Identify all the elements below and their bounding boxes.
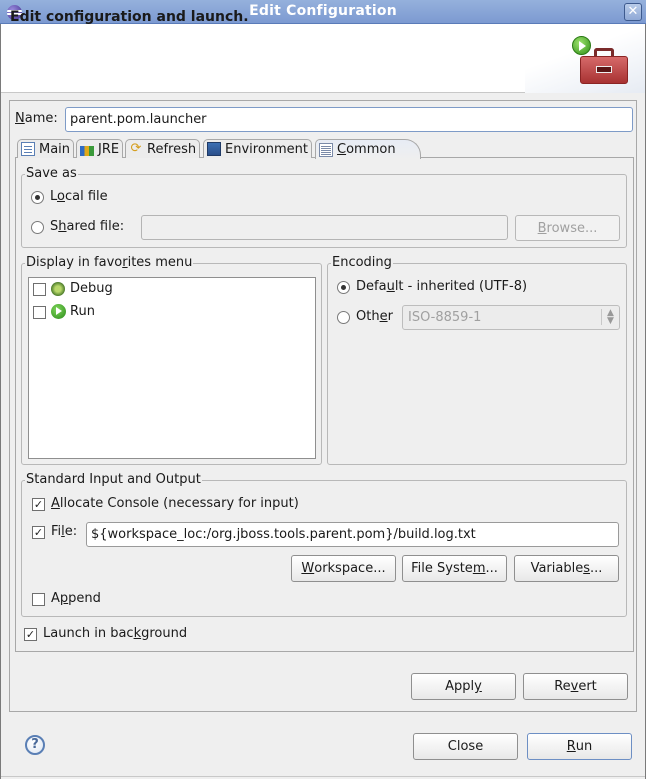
other-encoding-radio[interactable] bbox=[337, 311, 350, 324]
encoding-group-title: Encoding bbox=[331, 255, 393, 270]
debug-icon bbox=[51, 282, 65, 296]
save-as-group-title: Save as bbox=[25, 166, 78, 181]
default-encoding-radio[interactable] bbox=[337, 281, 350, 294]
tab-main[interactable]: Main bbox=[17, 139, 75, 158]
file-output-label[interactable]: File: bbox=[51, 524, 77, 539]
combo-arrows-icon: ▲ ▼ bbox=[601, 309, 619, 326]
shared-file-input[interactable] bbox=[141, 215, 508, 240]
output-file-input[interactable] bbox=[86, 522, 619, 547]
append-label[interactable]: Append bbox=[51, 591, 101, 606]
allocate-console-label[interactable]: Allocate Console (necessary for input) bbox=[51, 496, 299, 511]
jre-icon bbox=[80, 145, 94, 156]
browse-button[interactable]: Browse... bbox=[515, 215, 620, 241]
revert-button[interactable]: Re v ert bbox=[523, 673, 628, 700]
environment-icon bbox=[207, 142, 221, 156]
tab-common[interactable]: Common bbox=[315, 139, 421, 159]
allocate-console-checkbox[interactable]: ✓ bbox=[32, 498, 45, 511]
run-favorite-label: Run bbox=[70, 304, 95, 319]
tab-refresh[interactable]: ⟳ Refresh bbox=[125, 139, 201, 158]
name-label: Name: bbox=[15, 111, 58, 126]
toolbox-icon-latch bbox=[596, 66, 612, 73]
run-favorite-checkbox[interactable] bbox=[33, 306, 46, 319]
tab-jre[interactable]: JRE bbox=[76, 139, 124, 158]
standard-io-group-title: Standard Input and Output bbox=[25, 472, 202, 487]
common-icon bbox=[319, 142, 333, 157]
variables-button[interactable]: Variable s... bbox=[514, 555, 619, 582]
shared-file-label[interactable]: Shared file: bbox=[50, 219, 124, 234]
window-close-button[interactable]: ✕ bbox=[624, 3, 642, 21]
main-tab-icon bbox=[21, 142, 35, 156]
local-file-label[interactable]: Local file bbox=[50, 189, 108, 204]
window-border-left bbox=[0, 24, 1, 779]
tab-refresh-label: Refresh bbox=[147, 141, 197, 157]
dialog-header bbox=[1, 24, 645, 93]
close-button[interactable]: Close bbox=[413, 733, 518, 760]
debug-favorite-checkbox[interactable] bbox=[33, 283, 46, 296]
help-icon[interactable]: ? bbox=[25, 735, 45, 755]
other-encoding-select[interactable]: ISO-8859-1 ▲ ▼ bbox=[402, 305, 620, 330]
workspace-button[interactable]: Workspace... bbox=[291, 555, 396, 582]
tab-environment[interactable]: Environment bbox=[203, 139, 313, 158]
bottom-border bbox=[1, 776, 645, 777]
dialog-header-title: Edit configuration and launch. bbox=[10, 9, 249, 25]
favorites-group-title: Display in favorites menu bbox=[25, 255, 194, 270]
other-encoding-label[interactable]: Other bbox=[356, 309, 393, 324]
tab-environment-label: Environment bbox=[225, 141, 309, 157]
tab-common-label: Common bbox=[337, 142, 396, 157]
run-button[interactable]: Run bbox=[527, 733, 632, 760]
file-output-checkbox[interactable]: ✓ bbox=[32, 526, 45, 539]
append-checkbox[interactable] bbox=[32, 593, 45, 606]
shared-file-radio[interactable] bbox=[31, 221, 44, 234]
launch-background-checkbox[interactable]: ✓ bbox=[24, 628, 37, 641]
run-badge-icon bbox=[572, 36, 591, 55]
launch-background-label[interactable]: Launch in background bbox=[43, 626, 187, 641]
run-icon bbox=[51, 304, 66, 319]
tab-jre-label: JRE bbox=[98, 141, 120, 157]
default-encoding-label[interactable]: Default - inherited (UTF-8) bbox=[356, 279, 527, 294]
refresh-icon: ⟳ bbox=[130, 141, 142, 156]
local-file-radio[interactable] bbox=[31, 191, 44, 204]
debug-favorite-label: Debug bbox=[70, 281, 113, 296]
apply-button[interactable]: Appl y bbox=[411, 673, 516, 700]
tab-main-label: Main bbox=[39, 141, 71, 157]
file-system-button[interactable]: File Syste m... bbox=[402, 555, 507, 582]
other-encoding-value: ISO-8859-1 bbox=[408, 310, 482, 325]
name-input[interactable] bbox=[65, 107, 633, 132]
